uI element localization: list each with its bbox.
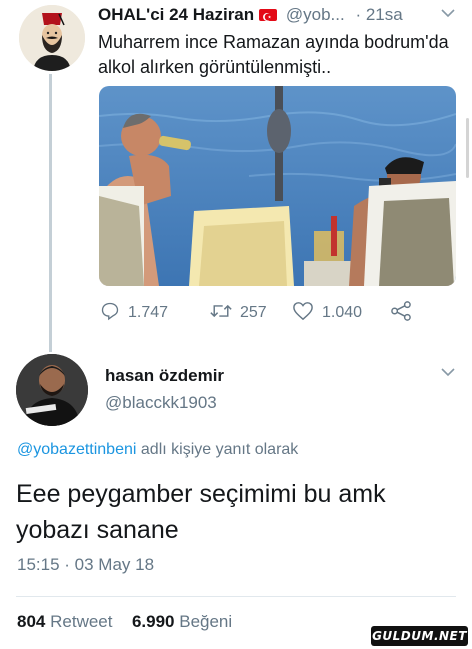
tweet2-timestamp[interactable]: 15:15 · 03 May 18 [17,555,154,575]
tweet2-display-name[interactable]: hasan özdemir [105,366,224,386]
tweet2-handle[interactable]: @blacckk1903 [105,393,217,413]
site-watermark: GULDUM.NET [371,626,468,646]
like-count: 1.040 [322,304,363,321]
tweet1-action-bar: 1.747 257 1.040 [100,300,440,326]
avatar-tweet2[interactable] [16,354,88,426]
like-stat-label: Beğeni [179,612,233,631]
retweet-action[interactable]: 257 [210,300,267,326]
reply-icon [100,301,120,326]
reply-action[interactable]: 1.747 [100,300,168,326]
retweet-stat-count: 804 [17,612,46,631]
divider [16,596,456,597]
tweet1-time[interactable]: · 21sa [355,5,402,24]
reply-count: 1.747 [128,304,169,321]
share-action[interactable] [390,300,412,326]
like-action[interactable]: 1.040 [292,300,362,326]
reply-mention-link[interactable]: @yobazettinbeni [17,441,136,458]
chevron-down-icon[interactable] [441,364,455,381]
tweet1-text: Muharrem ince Ramazan ayında bodrum'da a… [98,32,449,77]
avatar-tweet1[interactable] [19,5,85,71]
share-icon [390,300,412,326]
replying-to: @yobazettinbeni adlı kişiye yanıt olarak [17,441,298,459]
retweet-count: 257 [240,304,267,321]
retweet-stat[interactable]: 804 Retweet [17,612,112,631]
like-icon [292,301,314,326]
tweet2-stats: 804 Retweet 6.990 Beğeni [17,612,232,632]
like-stat-count: 6.990 [131,612,175,631]
turkish-flag-icon [259,6,278,30]
like-stat[interactable]: 6.990 Beğeni [132,612,232,631]
tweet1-handle[interactable]: @yob... [286,5,345,24]
tweet2-text: Eee peygamber seçimimi bu amk yobazı san… [16,480,386,544]
thread-line [49,74,52,352]
tweet1-header: OHAL'ci 24 Haziran @yob... · 21sa [98,3,403,30]
scrollbar[interactable] [466,118,469,178]
tweet1-display-name[interactable]: OHAL'ci 24 Haziran [98,5,254,24]
reply-suffix: adlı kişiye yanıt olarak [140,441,299,458]
retweet-stat-label: Retweet [50,612,113,631]
chevron-down-icon[interactable] [441,5,455,22]
tweet1-photo[interactable] [99,86,456,286]
retweet-icon [210,301,232,326]
